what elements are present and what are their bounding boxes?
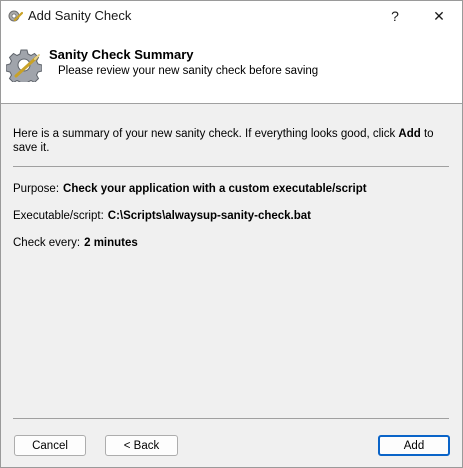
gear-check-icon <box>5 46 43 87</box>
cancel-button[interactable]: Cancel <box>14 435 86 456</box>
divider-bottom <box>13 418 449 419</box>
app-icon <box>7 8 24 24</box>
close-button[interactable]: ✕ <box>417 1 461 31</box>
add-sanity-check-dialog: Add Sanity Check ? ✕ Sanity Check Summar… <box>0 0 463 468</box>
purpose-label: Purpose: <box>13 183 60 195</box>
executable-label: Executable/script: <box>13 210 104 222</box>
check-interval-value: 2 minutes <box>84 237 138 249</box>
divider-top <box>13 166 449 167</box>
executable-row: Executable/script: C:\Scripts\alwaysup-sa… <box>13 210 311 222</box>
check-interval-row: Check every: 2 minutes <box>13 237 138 249</box>
add-button[interactable]: Add <box>378 435 450 456</box>
intro-text: Here is a summary of your new sanity che… <box>13 127 453 155</box>
wizard-header: Sanity Check Summary Please review your … <box>1 31 462 104</box>
window-title: Add Sanity Check <box>28 8 132 23</box>
header-subtitle: Please review your new sanity check befo… <box>58 65 319 77</box>
purpose-value: Check your application with a custom exe… <box>63 183 367 195</box>
help-button[interactable]: ? <box>373 1 417 31</box>
back-button[interactable]: < Back <box>105 435 178 456</box>
purpose-row: Purpose: Check your application with a cu… <box>13 183 367 195</box>
check-interval-label: Check every: <box>13 237 81 249</box>
intro-emphasis: Add <box>398 128 421 140</box>
executable-value: C:\Scripts\alwaysup-sanity-check.bat <box>107 210 311 222</box>
header-title: Sanity Check Summary <box>49 47 194 62</box>
title-bar: Add Sanity Check ? ✕ <box>1 1 462 31</box>
intro-text-before: Here is a summary of your new sanity che… <box>13 128 399 140</box>
